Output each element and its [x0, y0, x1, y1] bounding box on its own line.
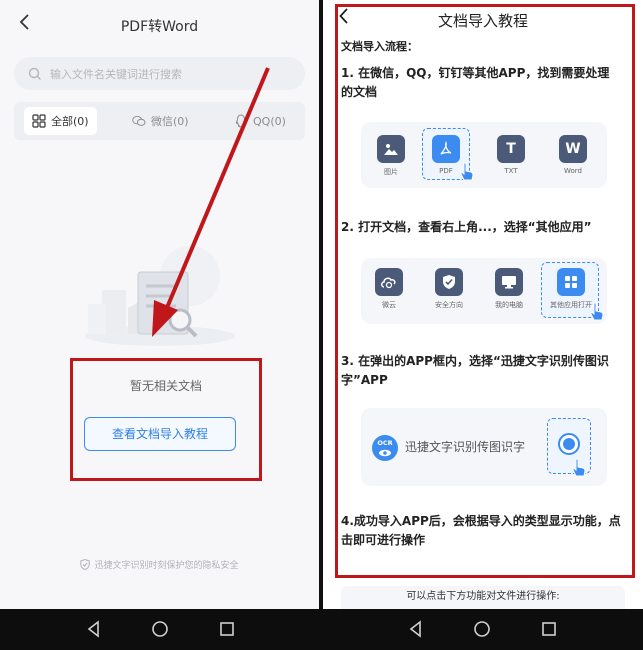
left-screen: PDF转Word 输入文件名关键词进行搜索 全部(0) 微信(0) QQ(0) [0, 0, 319, 609]
nav-recents-icon[interactable] [539, 619, 559, 639]
qq-icon [235, 114, 247, 128]
annotation-highlight-box [70, 358, 262, 481]
wechat-icon [132, 115, 146, 126]
privacy-note-text: 迅捷文字识别时刻保护您的隐私安全 [94, 561, 239, 571]
tab-all-label: 全部(0) [51, 115, 89, 128]
right-screen: 文档导入教程 文档导入流程： 1. 在微信，QQ，钉钉等其他APP，找到需要处理… [323, 0, 643, 609]
empty-state-illustration [85, 246, 235, 346]
nav-recents-icon[interactable] [217, 619, 237, 639]
tab-wechat-label: 微信(0) [151, 115, 189, 128]
bottom-note: 可以点击下方功能对文件进行操作: [341, 586, 625, 609]
tab-wechat[interactable]: 微信(0) [132, 107, 189, 135]
nav-home-icon[interactable] [150, 619, 170, 639]
nav-back-icon[interactable] [84, 619, 104, 639]
tab-all[interactable]: 全部(0) [24, 107, 97, 135]
grid-icon [32, 114, 46, 128]
nav-back-icon[interactable] [406, 619, 426, 639]
privacy-note: 迅捷文字识别时刻保护您的隐私安全 [0, 558, 319, 571]
nav-home-icon[interactable] [472, 619, 492, 639]
source-tabs: 全部(0) 微信(0) QQ(0) [14, 102, 305, 140]
shield-icon [80, 559, 91, 570]
tab-qq-label: QQ(0) [253, 114, 286, 128]
annotation-highlight-box [335, 4, 635, 578]
system-nav-bar [0, 609, 643, 650]
search-input[interactable]: 输入文件名关键词进行搜索 [14, 57, 305, 90]
search-icon [28, 67, 41, 80]
page-title: PDF转Word [120, 19, 199, 35]
search-placeholder: 输入文件名关键词进行搜索 [50, 67, 182, 81]
tab-qq[interactable]: QQ(0) [234, 107, 286, 135]
